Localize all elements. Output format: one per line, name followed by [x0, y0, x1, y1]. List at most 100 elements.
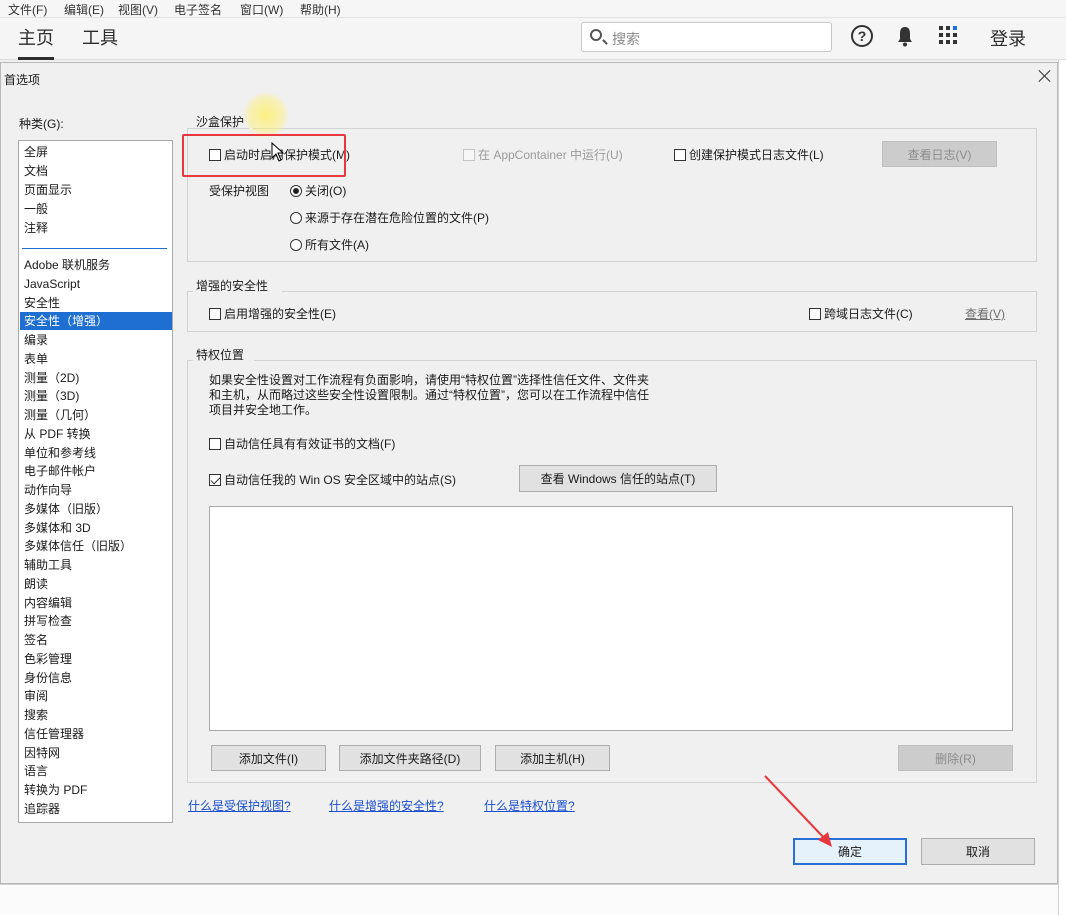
category-item[interactable]: 拼写检查 [20, 612, 172, 630]
create-log-label: 创建保护模式日志文件(L) [689, 148, 824, 162]
category-item[interactable]: 动作向导 [20, 481, 172, 499]
category-label: 种类(G): [19, 117, 64, 131]
category-item[interactable]: 朗读 [20, 575, 172, 593]
app-document-area [0, 884, 1058, 915]
category-item[interactable]: 多媒体信任（旧版） [20, 537, 172, 555]
category-item[interactable]: 一般 [20, 200, 172, 218]
appcontainer-label: 在 AppContainer 中运行(U) [478, 148, 623, 162]
search-placeholder: 搜索 [612, 31, 640, 47]
category-item[interactable]: 页面显示 [20, 181, 172, 199]
category-item[interactable]: 内容编辑 [20, 594, 172, 612]
auto-trust-winos-check-box[interactable] [209, 473, 221, 486]
annotation-arrow-icon [764, 775, 832, 847]
category-item[interactable]: JavaScript [20, 275, 172, 293]
auto-trust-winos-checkbox[interactable]: 自动信任我的 Win OS 安全区域中的站点(S) [209, 471, 456, 488]
category-item[interactable]: 安全性 [20, 294, 172, 312]
radio-dot[interactable] [290, 238, 302, 251]
category-item[interactable]: 审阅 [20, 687, 172, 705]
annotation-highlight-box [182, 134, 346, 177]
app-window-edge [1058, 60, 1066, 915]
privileged-locations-list[interactable] [209, 506, 1013, 731]
auto-trust-certified-check-box[interactable] [209, 437, 221, 450]
appcontainer-check-box [463, 148, 475, 161]
cancel-button[interactable]: 取消 [921, 838, 1035, 865]
menu-edit[interactable]: 编辑(E) [64, 1, 104, 18]
mouse-cursor-icon [271, 142, 285, 162]
auto-trust-certified-checkbox[interactable]: 自动信任具有有效证书的文档(F) [209, 435, 395, 452]
tab-home[interactable]: 主页 [18, 24, 54, 60]
category-item[interactable]: 电子邮件帐户 [20, 462, 172, 480]
tab-tools[interactable]: 工具 [82, 24, 118, 50]
category-item[interactable]: 转换为 PDF [20, 781, 172, 799]
category-item[interactable]: 信任管理器 [20, 725, 172, 743]
search-input[interactable]: 搜索 [581, 22, 832, 52]
cross-domain-label: 跨域日志文件(C) [824, 307, 913, 321]
protected-view-off-radio[interactable]: 关闭(O) [290, 182, 346, 199]
category-item[interactable]: 辅助工具 [20, 556, 172, 574]
description-line: 和主机，从而略过这些安全性设置限制。通过“特权位置”，您可以在工作流程中信任 [209, 388, 649, 402]
category-item[interactable]: 追踪器 [20, 800, 172, 818]
description-line: 项目并安全地工作。 [209, 403, 318, 417]
description-line: 如果安全性设置对工作流程有负面影响，请使用“特权位置”选择性信任文件、文件夹 [209, 373, 649, 387]
radio-dot[interactable] [290, 184, 302, 197]
enable-enhanced-checkbox[interactable]: 启用增强的安全性(E) [209, 305, 336, 322]
what-is-protected-view-link[interactable]: 什么是受保护视图? [188, 797, 291, 814]
cross-domain-log-checkbox[interactable]: 跨域日志文件(C) [809, 305, 913, 322]
help-icon[interactable]: ? [851, 25, 873, 47]
category-item[interactable]: 测量（几何） [20, 406, 172, 424]
category-item[interactable]: 测量（2D) [20, 369, 172, 387]
category-item[interactable]: 从 PDF 转换 [20, 425, 172, 443]
category-item[interactable]: 表单 [20, 350, 172, 368]
category-item[interactable]: 签名 [20, 631, 172, 649]
cursor-highlight [243, 92, 289, 138]
search-icon [590, 29, 602, 41]
protected-view-label: 受保护视图 [209, 184, 270, 198]
category-item[interactable]: 安全性（增强） [20, 312, 172, 331]
category-item[interactable]: 身份信息 [20, 669, 172, 687]
dialog-title: 首选项 [4, 73, 41, 87]
radio-label: 所有文件(A) [305, 238, 369, 252]
menu-view[interactable]: 视图(V) [118, 1, 158, 18]
radio-dot[interactable] [290, 211, 302, 224]
menu-esign[interactable]: 电子签名 [174, 1, 222, 18]
category-item[interactable]: 多媒体（旧版） [20, 500, 172, 518]
bell-icon[interactable] [895, 25, 915, 47]
create-log-checkbox[interactable]: 创建保护模式日志文件(L) [674, 146, 824, 163]
category-item[interactable]: 注释 [20, 219, 172, 237]
what-is-enhanced-security-link[interactable]: 什么是增强的安全性? [329, 797, 444, 814]
category-item[interactable]: 全屏 [20, 143, 172, 161]
auto-trust-winos-label: 自动信任我的 Win OS 安全区域中的站点(S) [224, 473, 457, 487]
enable-enhanced-check-box[interactable] [209, 307, 221, 320]
category-item[interactable]: 语言 [20, 762, 172, 780]
category-item[interactable]: 文档 [20, 162, 172, 180]
category-list[interactable]: 全屏 文档 页面显示 一般 注释 Adobe 联机服务 JavaScript 安全性 安全性（增… [18, 140, 173, 823]
protected-view-all-radio[interactable]: 所有文件(A) [290, 236, 369, 253]
view-windows-trusted-button[interactable]: 查看 Windows 信任的站点(T) [519, 465, 717, 492]
remove-button: 删除(R) [898, 745, 1013, 771]
category-item[interactable]: 单位和参考线 [20, 444, 172, 462]
view-cross-domain-link[interactable]: 查看(V) [965, 305, 1005, 322]
privileged-description: 如果安全性设置对工作流程有负面影响，请使用“特权位置”选择性信任文件、文件夹 和… [209, 373, 729, 418]
add-host-button[interactable]: 添加主机(H) [495, 745, 610, 771]
menu-file[interactable]: 文件(F) [8, 1, 47, 18]
create-log-check-box[interactable] [674, 148, 686, 161]
add-file-button[interactable]: 添加文件(I) [211, 745, 326, 771]
category-item[interactable]: 因特网 [20, 744, 172, 762]
add-folder-path-button[interactable]: 添加文件夹路径(D) [339, 745, 481, 771]
close-icon[interactable] [1037, 68, 1053, 84]
what-is-privileged-location-link[interactable]: 什么是特权位置? [484, 797, 575, 814]
category-item[interactable]: Adobe 联机服务 [20, 256, 172, 274]
protected-view-risky-radio[interactable]: 来源于存在潜在危险位置的文件(P) [290, 209, 489, 226]
view-log-button: 查看日志(V) [882, 141, 997, 167]
category-item[interactable]: 编录 [20, 331, 172, 349]
cross-domain-check-box[interactable] [809, 307, 821, 320]
category-item[interactable]: 搜索 [20, 706, 172, 724]
category-item[interactable]: 色彩管理 [20, 650, 172, 668]
category-item[interactable]: 测量（3D) [20, 387, 172, 405]
menu-bar: 文件(F) 编辑(E) 视图(V) 电子签名 窗口(W) 帮助(H) [0, 0, 1066, 18]
menu-window[interactable]: 窗口(W) [240, 1, 283, 18]
menu-help[interactable]: 帮助(H) [300, 1, 341, 18]
apps-grid-icon[interactable] [939, 26, 961, 46]
category-item[interactable]: 多媒体和 3D [20, 519, 172, 537]
login-button[interactable]: 登录 [990, 25, 1026, 51]
